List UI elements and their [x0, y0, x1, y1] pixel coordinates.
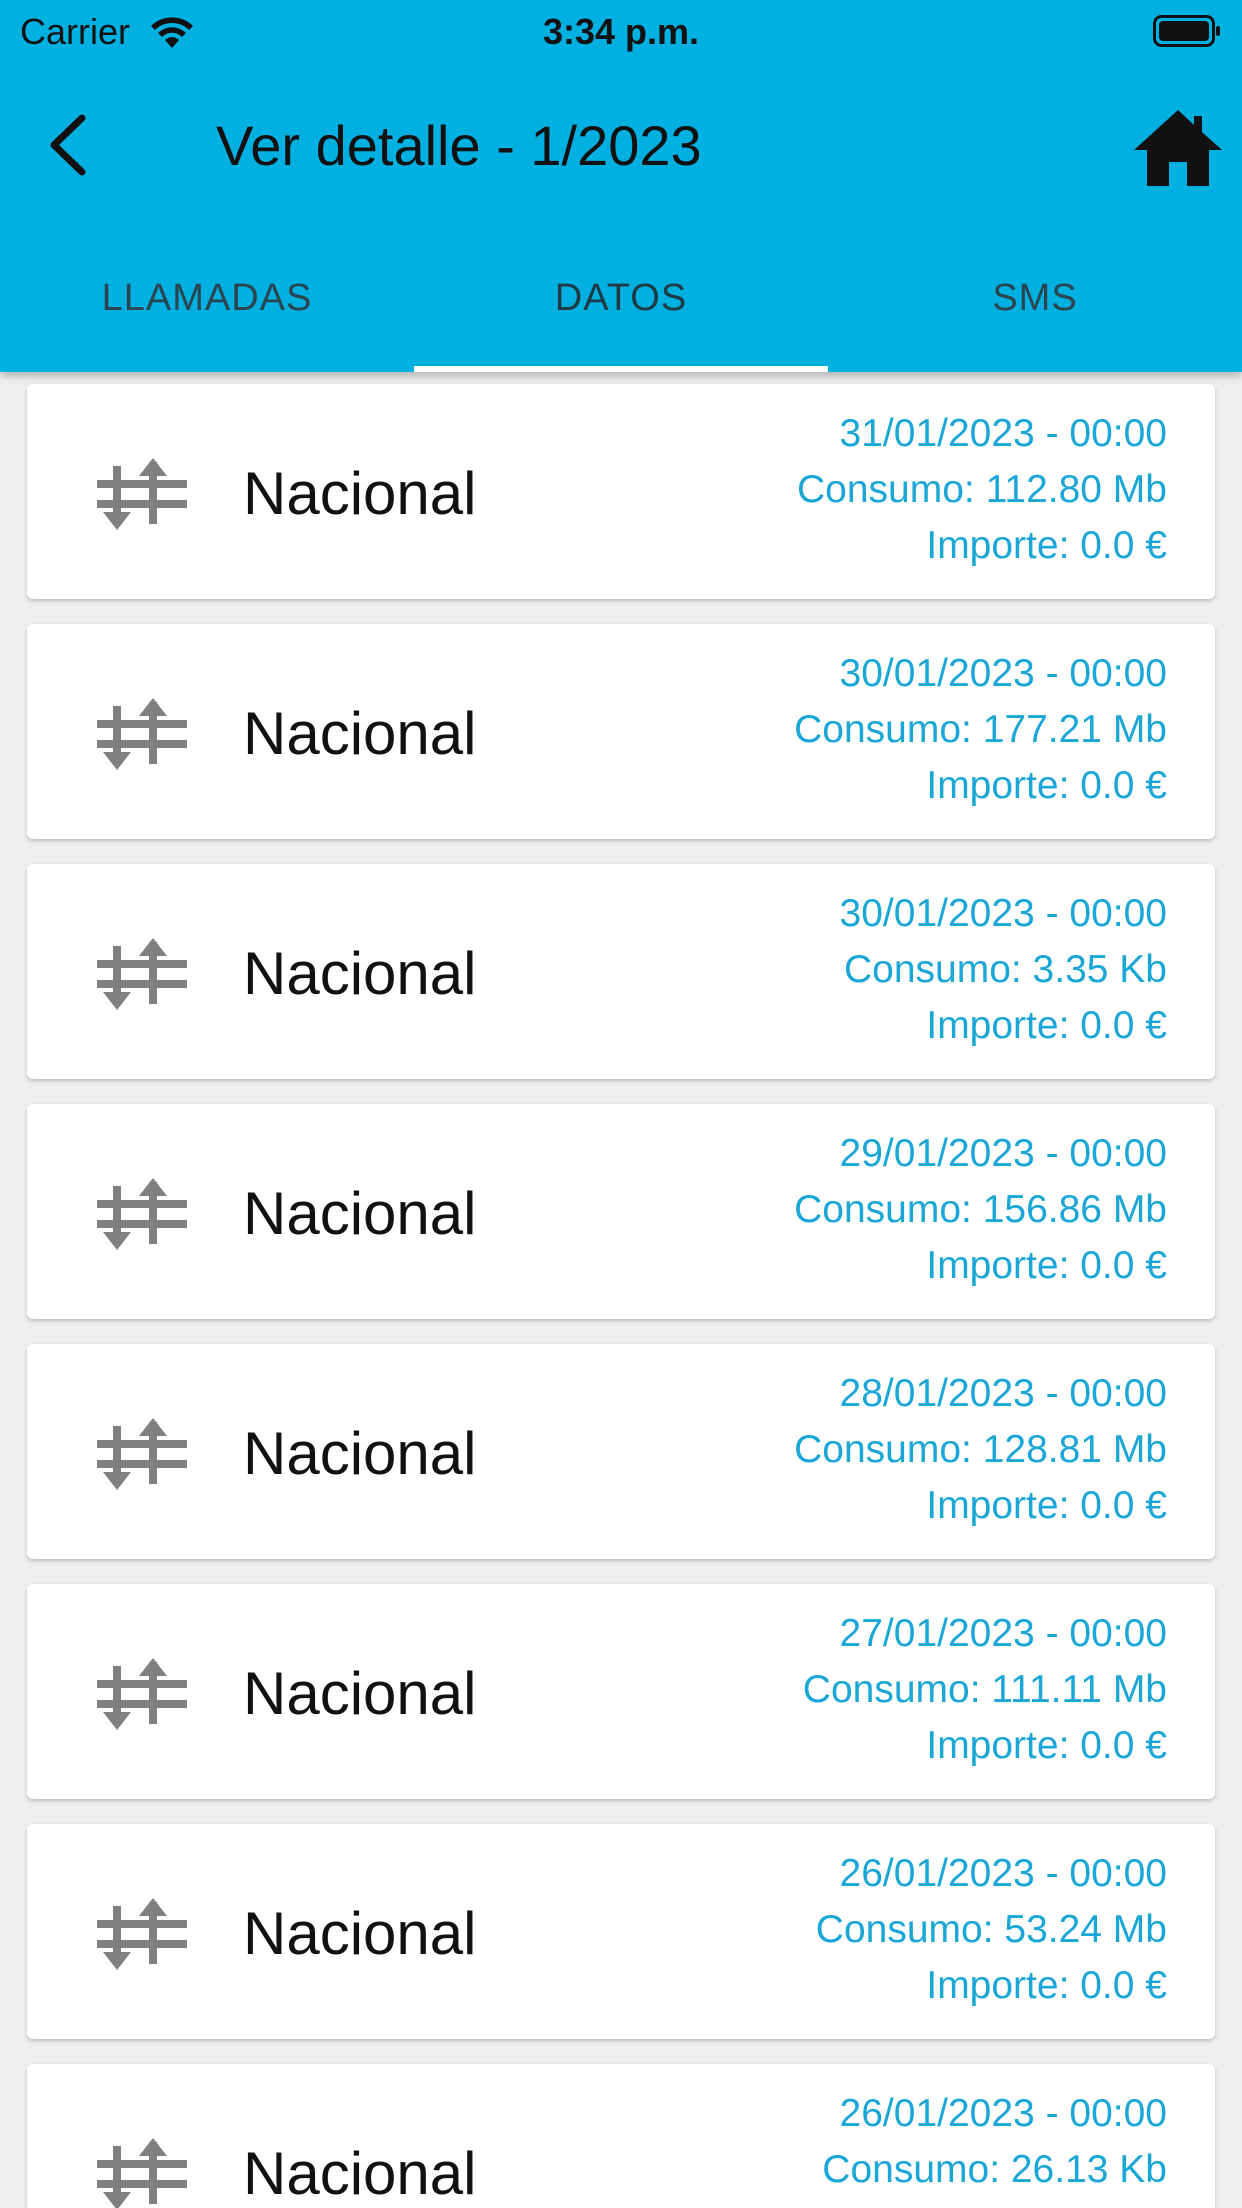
item-consumo: Consumo: 111.11 Mb: [802, 1668, 1167, 1711]
item-consumo: Consumo: 156.86 Mb: [794, 1188, 1167, 1231]
item-importe: Importe: 0.0 €: [926, 524, 1167, 567]
list-item[interactable]: Nacional 30/01/2023 - 00:00 Consumo: 177…: [27, 624, 1215, 839]
item-label: Nacional: [243, 1420, 477, 1487]
list-item[interactable]: Nacional 26/01/2023 - 00:00 Consumo: 53.…: [27, 1824, 1215, 2039]
status-bar: Carrier 3:34 p.m.: [0, 0, 1242, 62]
item-date: 29/01/2023 - 00:00: [839, 1132, 1167, 1175]
item-consumo: Consumo: 26.13 Kb: [822, 2148, 1167, 2191]
item-details: 30/01/2023 - 00:00 Consumo: 177.21 Mb Im…: [794, 646, 1167, 814]
list-item[interactable]: Nacional 31/01/2023 - 00:00 Consumo: 112…: [27, 384, 1215, 599]
tab-llamadas[interactable]: LLAMADAS: [0, 248, 414, 372]
list-item[interactable]: Nacional 29/01/2023 - 00:00 Consumo: 156…: [27, 1104, 1215, 1319]
item-consumo: Consumo: 53.24 Mb: [815, 1908, 1167, 1951]
status-time: 3:34 p.m.: [542, 11, 700, 52]
item-importe: Importe: 0.0 €: [926, 1484, 1167, 1527]
back-icon[interactable]: [30, 100, 100, 190]
list-item[interactable]: Nacional 30/01/2023 - 00:00 Consumo: 3.3…: [27, 864, 1215, 1079]
item-label: Nacional: [243, 1180, 477, 1247]
battery-icon: [1153, 15, 1220, 47]
item-date: 28/01/2023 - 00:00: [839, 1372, 1167, 1415]
item-date: 31/01/2023 - 00:00: [839, 412, 1167, 455]
data-transfer-icon: [97, 1898, 187, 1970]
tab-bar: LLAMADAS DATOS SMS: [0, 248, 1242, 372]
list-item[interactable]: Nacional 27/01/2023 - 00:00 Consumo: 111…: [27, 1584, 1215, 1799]
list-item[interactable]: Nacional 28/01/2023 - 00:00 Consumo: 128…: [27, 1344, 1215, 1559]
data-transfer-icon: [97, 1658, 187, 1730]
item-label: Nacional: [243, 460, 477, 527]
data-transfer-icon: [97, 938, 187, 1010]
item-details: 26/01/2023 - 00:00 Consumo: 53.24 Mb Imp…: [816, 1846, 1167, 2014]
active-tab-indicator: [414, 366, 828, 372]
item-consumo: Consumo: 112.80 Mb: [797, 468, 1167, 511]
data-usage-list[interactable]: Nacional 31/01/2023 - 00:00 Consumo: 112…: [0, 372, 1242, 2208]
item-details: 28/01/2023 - 00:00 Consumo: 128.81 Mb Im…: [794, 1366, 1167, 1534]
home-icon[interactable]: [1130, 104, 1226, 192]
item-label: Nacional: [243, 700, 477, 767]
item-date: 30/01/2023 - 00:00: [839, 652, 1167, 695]
tab-sms[interactable]: SMS: [828, 248, 1242, 372]
item-consumo: Consumo: 3.35 Kb: [843, 948, 1167, 991]
item-importe: Importe: 0.0 €: [926, 1964, 1167, 2007]
item-label: Nacional: [243, 1900, 477, 1967]
data-transfer-icon: [97, 1178, 187, 1250]
item-label: Nacional: [243, 940, 477, 1007]
item-date: 26/01/2023 - 00:00: [839, 2092, 1167, 2135]
data-transfer-icon: [97, 458, 187, 530]
item-label: Nacional: [243, 1660, 477, 1727]
data-transfer-icon: [97, 698, 187, 770]
item-importe: Importe: 0.0 €: [926, 1724, 1167, 1767]
item-label: Nacional: [243, 2140, 477, 2207]
item-details: 26/01/2023 - 00:00 Consumo: 26.13 Kb: [822, 2086, 1167, 2198]
item-importe: Importe: 0.0 €: [926, 764, 1167, 807]
tab-datos[interactable]: DATOS: [414, 248, 828, 372]
item-date: 27/01/2023 - 00:00: [839, 1612, 1167, 1655]
item-details: 31/01/2023 - 00:00 Consumo: 112.80 Mb Im…: [797, 406, 1167, 574]
item-details: 27/01/2023 - 00:00 Consumo: 111.11 Mb Im…: [803, 1606, 1167, 1774]
item-details: 29/01/2023 - 00:00 Consumo: 156.86 Mb Im…: [794, 1126, 1167, 1294]
item-importe: Importe: 0.0 €: [926, 1004, 1167, 1047]
item-date: 30/01/2023 - 00:00: [839, 892, 1167, 935]
data-transfer-icon: [97, 1418, 187, 1490]
data-transfer-icon: [97, 2138, 187, 2208]
item-consumo: Consumo: 177.21 Mb: [794, 708, 1167, 751]
item-consumo: Consumo: 128.81 Mb: [794, 1428, 1167, 1471]
app-header: Carrier 3:34 p.m. Ver detalle - 1/2023 L…: [0, 0, 1242, 372]
item-date: 26/01/2023 - 00:00: [839, 1852, 1167, 1895]
page-title: Ver detalle - 1/2023: [216, 114, 702, 177]
list-item[interactable]: Nacional 26/01/2023 - 00:00 Consumo: 26.…: [27, 2064, 1215, 2208]
item-details: 30/01/2023 - 00:00 Consumo: 3.35 Kb Impo…: [840, 886, 1167, 1054]
item-importe: Importe: 0.0 €: [926, 1244, 1167, 1287]
